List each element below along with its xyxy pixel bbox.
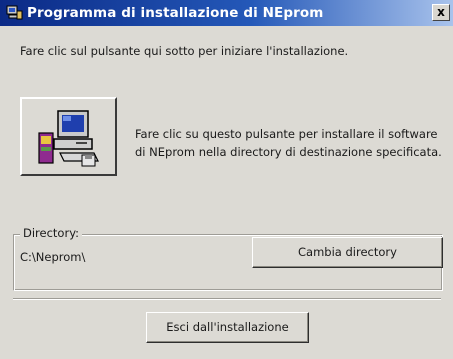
- window-title: Programma di installazione di NEprom: [27, 5, 324, 21]
- computer-setup-icon: [38, 110, 99, 167]
- install-button[interactable]: [20, 97, 117, 176]
- directory-label: Directory:: [20, 226, 83, 240]
- close-icon[interactable]: x: [432, 4, 450, 21]
- intro-text: Fare clic sul pulsante qui sotto per ini…: [20, 44, 349, 58]
- install-description: Fare clic su questo pulsante per install…: [135, 125, 450, 161]
- install-description-line2: di NEprom nella directory di destinazion…: [135, 145, 442, 159]
- setup-app-icon: [6, 5, 23, 21]
- install-description-line1: Fare clic su questo pulsante per install…: [135, 127, 438, 141]
- exit-setup-button[interactable]: Esci dall'installazione: [146, 312, 309, 343]
- directory-path: C:\Neprom\: [20, 250, 86, 264]
- change-directory-button[interactable]: Cambia directory: [252, 237, 443, 268]
- separator: [13, 298, 441, 300]
- title-bar: Programma di installazione di NEprom x: [0, 0, 453, 26]
